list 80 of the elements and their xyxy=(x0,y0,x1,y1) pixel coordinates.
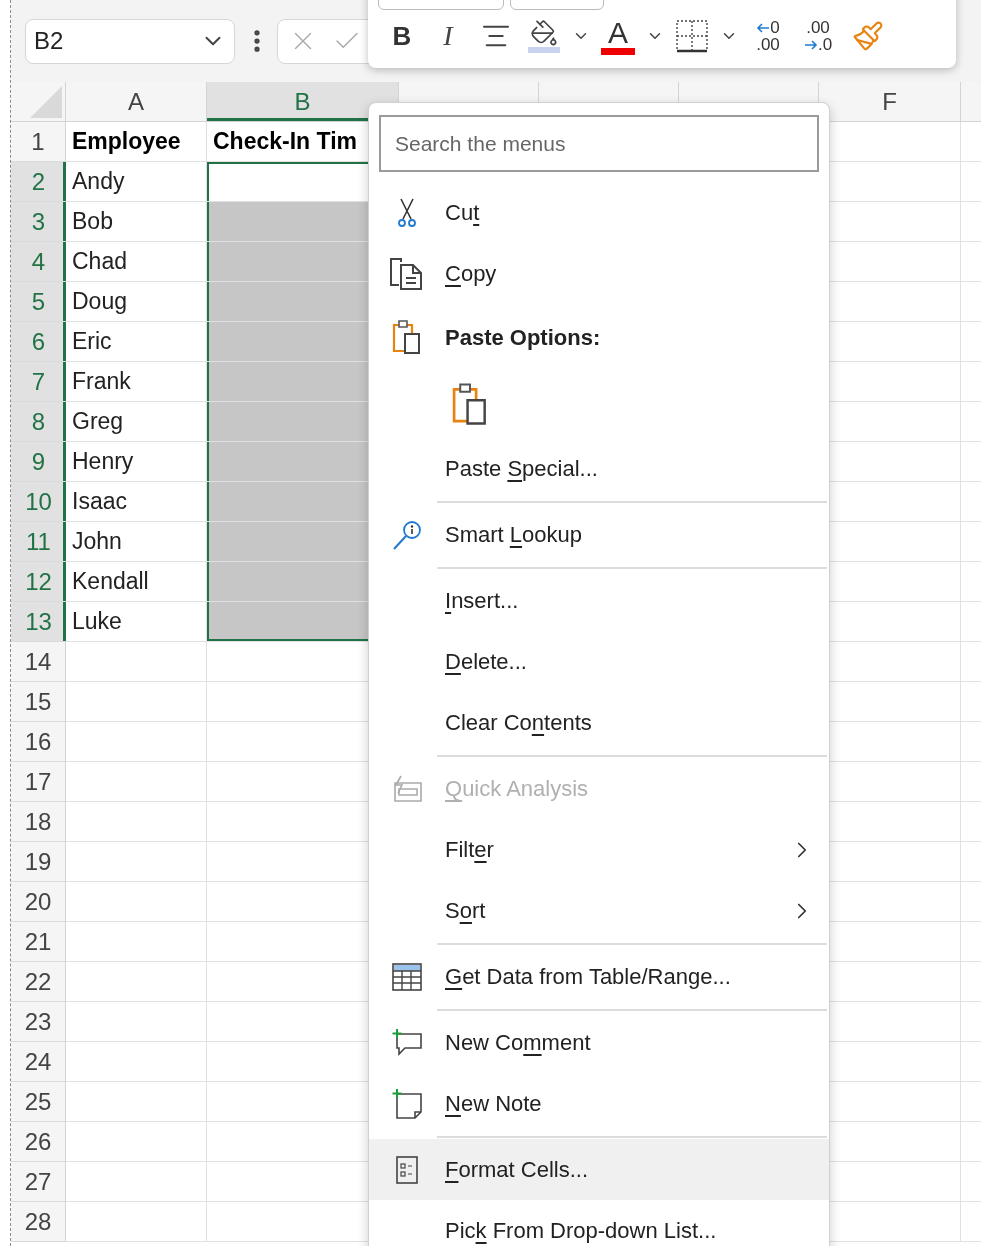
paint-bucket-icon xyxy=(530,19,558,47)
borders-icon xyxy=(675,19,709,53)
triangle-icon xyxy=(30,86,62,118)
increase-decimal-button[interactable]: 0 .00 xyxy=(746,14,790,58)
row-header[interactable]: 22 xyxy=(11,962,66,1002)
table-cell-text: Isaac xyxy=(72,487,127,517)
quick-analysis-icon xyxy=(391,774,423,803)
copy-icon xyxy=(389,256,425,291)
table-cell-text: Frank xyxy=(72,367,131,397)
table-cell-text: Employee xyxy=(72,127,181,157)
row-header[interactable]: 26 xyxy=(11,1122,66,1162)
menu-item[interactable]: Clear Contents xyxy=(369,692,829,753)
section-heading: Paste Options: xyxy=(445,323,601,352)
menu-item[interactable]: Copy xyxy=(369,243,829,304)
table-cell-text: Kendall xyxy=(72,567,149,597)
table-cell-text: Andy xyxy=(72,167,125,197)
row-header[interactable]: 3 xyxy=(11,202,66,242)
menu-item[interactable]: Paste Special... xyxy=(369,438,829,499)
italic-button[interactable]: I xyxy=(428,14,468,58)
table-cell-text: Doug xyxy=(72,287,127,317)
row-header[interactable]: 16 xyxy=(11,722,66,762)
menu-item[interactable]: Filter xyxy=(369,819,829,880)
row-header[interactable]: 17 xyxy=(11,762,66,802)
row-header[interactable]: 4 xyxy=(11,242,66,282)
menu-item[interactable]: New Note xyxy=(369,1073,829,1134)
row-header[interactable]: 13 xyxy=(11,602,66,642)
row-header[interactable]: 8 xyxy=(11,402,66,442)
row-header[interactable]: 24 xyxy=(11,1042,66,1082)
row-header[interactable]: 12 xyxy=(11,562,66,602)
row-header[interactable]: 21 xyxy=(11,922,66,962)
table-cell-text: John xyxy=(72,527,122,557)
menu-item[interactable]: Insert... xyxy=(369,570,829,631)
comment-add-icon xyxy=(391,1027,423,1058)
table-cell-text: Check-In Tim xyxy=(213,127,357,157)
menu-item[interactable]: Pick From Drop-down List... xyxy=(369,1200,829,1246)
row-header[interactable]: 1 xyxy=(11,122,66,162)
row-header[interactable]: 2 xyxy=(11,162,66,202)
table-cell-text: Luke xyxy=(72,607,122,637)
paintbrush-icon xyxy=(852,20,884,52)
table-cell-text: Bob xyxy=(72,207,113,237)
row-header[interactable]: 19 xyxy=(11,842,66,882)
search-info-icon xyxy=(391,518,423,551)
arrow-right-icon xyxy=(803,39,818,50)
row-header[interactable]: 20 xyxy=(11,882,66,922)
row-header[interactable]: 7 xyxy=(11,362,66,402)
row-header[interactable]: 5 xyxy=(11,282,66,322)
row-header[interactable]: 28 xyxy=(11,1202,66,1242)
row-header[interactable]: 6 xyxy=(11,322,66,362)
bold-button[interactable]: B xyxy=(382,14,422,58)
menu-item[interactable]: Sort xyxy=(369,880,829,941)
row-header[interactable]: 9 xyxy=(11,442,66,482)
row-header[interactable]: 10 xyxy=(11,482,66,522)
row-header[interactable]: 27 xyxy=(11,1162,66,1202)
row-header[interactable]: 25 xyxy=(11,1082,66,1122)
menu-item[interactable]: Smart Lookup xyxy=(369,504,829,565)
table-cell-text: Henry xyxy=(72,447,134,477)
menu-item[interactable]: Delete... xyxy=(369,631,829,692)
clipboard-icon xyxy=(391,319,423,355)
table-icon xyxy=(392,962,422,991)
font-color-button[interactable]: A xyxy=(598,14,638,58)
row-header[interactable]: 14 xyxy=(11,642,66,682)
menu-item[interactable]: New Comment xyxy=(369,1012,829,1073)
row-header[interactable]: 15 xyxy=(11,682,66,722)
row-header[interactable]: 23 xyxy=(11,1002,66,1042)
table-cell-text: Greg xyxy=(72,407,124,437)
row-header[interactable]: 11 xyxy=(11,522,66,562)
row-header[interactable]: 18 xyxy=(11,802,66,842)
arrow-left-icon xyxy=(756,22,771,33)
menu-item[interactable]: Format Cells... xyxy=(369,1139,829,1200)
table-cell-text: Chad xyxy=(72,247,127,277)
decrease-decimal-button[interactable]: .00 .0 xyxy=(796,14,840,58)
menu-item[interactable]: Get Data from Table/Range... xyxy=(369,946,829,1007)
cell-reference: B2 xyxy=(34,26,64,56)
name-box[interactable]: B2 xyxy=(25,18,235,64)
column-header[interactable]: B xyxy=(207,82,399,121)
table-cell-text: Eric xyxy=(72,327,112,357)
format-cells-icon xyxy=(395,1154,419,1185)
search-field[interactable]: Search the menus xyxy=(379,115,819,172)
menu-item[interactable]: Cut xyxy=(369,182,829,243)
note-add-icon xyxy=(391,1087,423,1120)
